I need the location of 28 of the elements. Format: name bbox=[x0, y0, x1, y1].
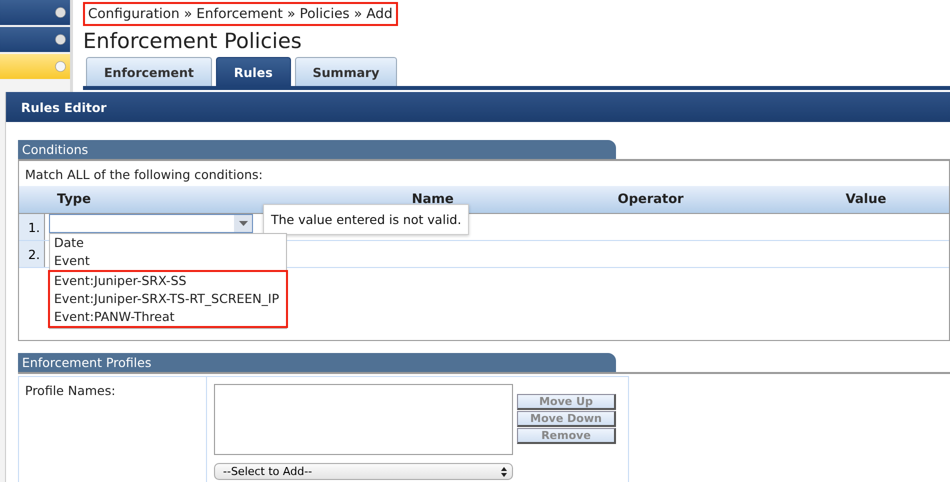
dropdown-option[interactable]: Event:PANW-Threat bbox=[50, 308, 286, 326]
row-number: 2. bbox=[19, 240, 44, 268]
panel-header: Conditions bbox=[18, 140, 616, 159]
column-header: Type bbox=[19, 186, 347, 214]
column-header: Value bbox=[782, 186, 949, 214]
dropdown-option[interactable]: Event bbox=[50, 252, 286, 270]
panel-header: Enforcement Profiles bbox=[18, 353, 616, 372]
dialog-title: Rules Editor bbox=[6, 92, 950, 122]
sidebar-item[interactable] bbox=[0, 0, 70, 25]
error-tooltip: The value entered is not valid. bbox=[263, 204, 470, 235]
breadcrumb: Configuration » Enforcement » Policies » Add bbox=[83, 2, 398, 26]
dropdown-option[interactable]: Event:Juniper-SRX-SS bbox=[50, 272, 286, 290]
tab[interactable]: Summary bbox=[294, 57, 398, 86]
match-text: Match ALL of the following conditions: bbox=[24, 166, 264, 184]
updown-icon bbox=[501, 466, 507, 476]
tab[interactable]: Rules bbox=[216, 57, 291, 86]
page-title: Enforcement Policies bbox=[83, 29, 303, 53]
caret-icon bbox=[238, 221, 248, 226]
type-combobox[interactable] bbox=[49, 214, 253, 233]
row-number: 1. bbox=[19, 214, 44, 240]
tab[interactable]: Enforcement bbox=[86, 57, 212, 86]
profile-select[interactable]: --Select to Add-- bbox=[214, 463, 513, 480]
field-label: Profile Names: bbox=[19, 377, 207, 482]
column-header: Operator bbox=[518, 186, 783, 214]
sidebar-item[interactable] bbox=[0, 27, 70, 52]
dropdown-option[interactable]: Event:Juniper-SRX-TS-RT_SCREEN_IP bbox=[50, 290, 286, 308]
profile-listbox[interactable] bbox=[214, 384, 513, 455]
dropdown-option[interactable]: Date bbox=[50, 234, 286, 252]
